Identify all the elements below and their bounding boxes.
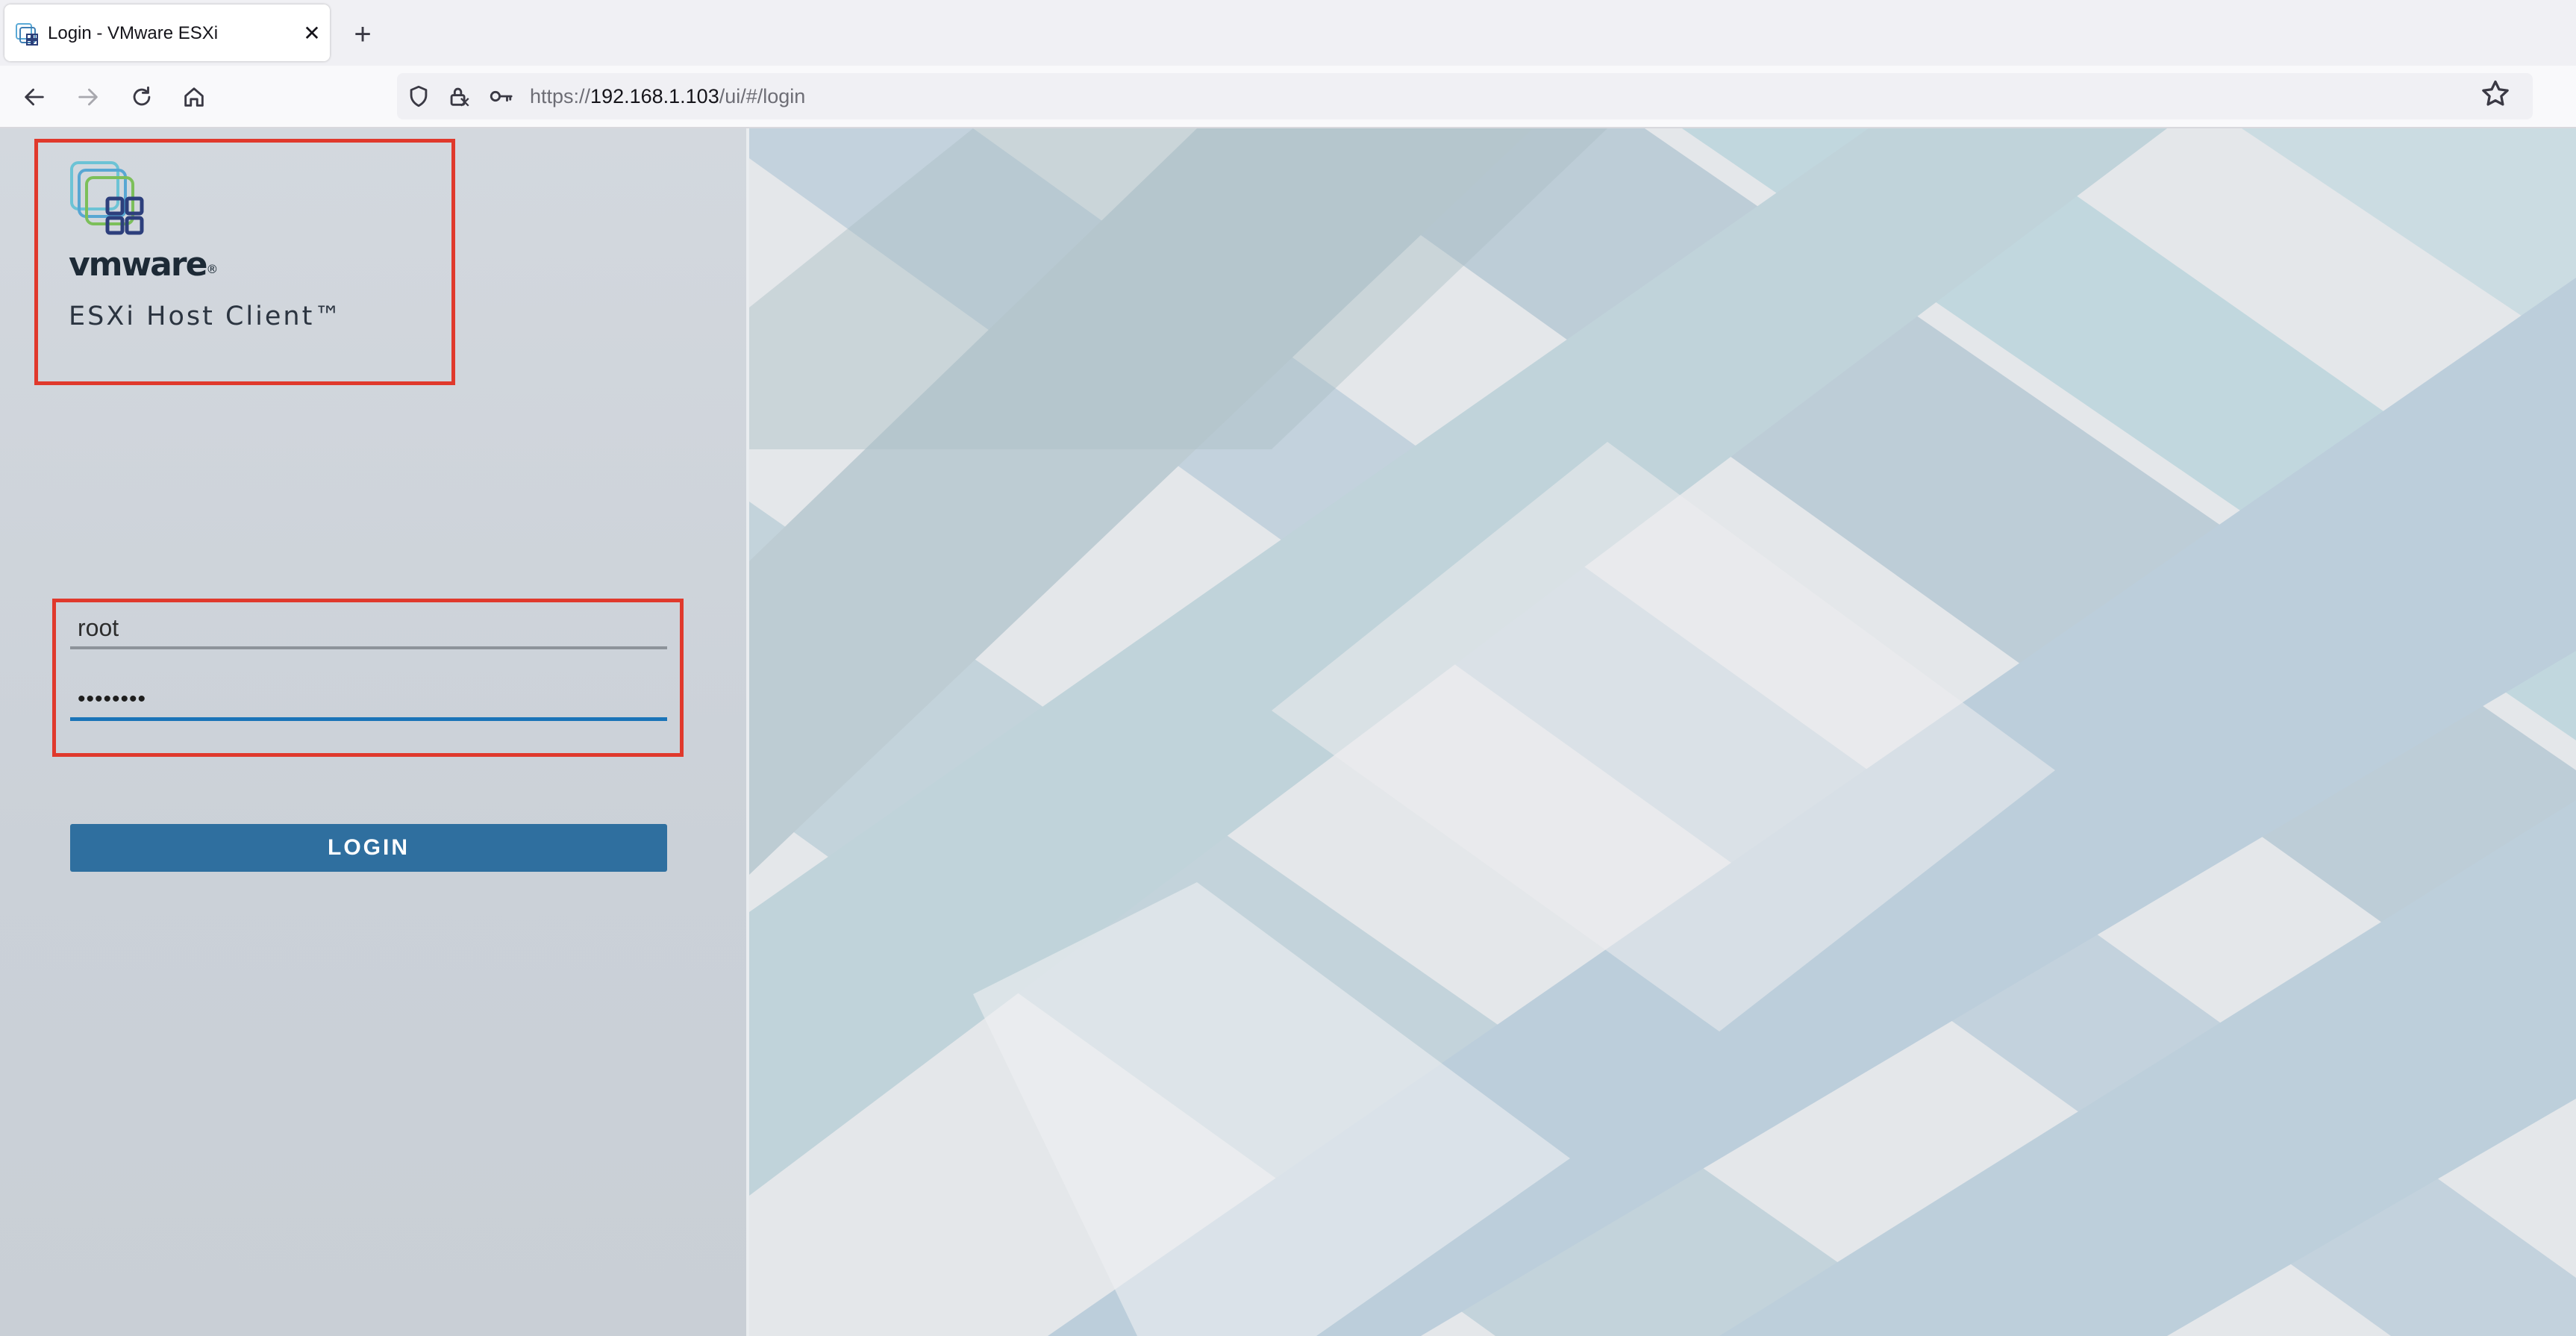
new-tab-button[interactable]: + xyxy=(346,18,379,51)
wordmark-text: vmware xyxy=(69,246,207,284)
back-button[interactable] xyxy=(16,79,52,115)
shield-icon[interactable] xyxy=(406,84,431,109)
forward-arrow-icon xyxy=(78,88,98,106)
registered-mark: ® xyxy=(206,262,218,276)
url-text[interactable]: https://192.168.1.103/ui/#/login xyxy=(530,84,805,109)
home-button[interactable] xyxy=(176,79,212,115)
login-panel: vmware® ESXi Host Client™ LOGIN xyxy=(0,128,749,1336)
reload-button[interactable] xyxy=(124,79,160,115)
tab-title: Login - VMware ESXi xyxy=(48,23,219,43)
username-field[interactable] xyxy=(70,609,667,649)
url-host: 192.168.1.103 xyxy=(590,85,719,107)
home-icon xyxy=(184,87,204,107)
page-content: vmware® ESXi Host Client™ LOGIN xyxy=(0,128,2576,1336)
vmware-wordmark: vmware® xyxy=(69,246,218,284)
login-button[interactable]: LOGIN xyxy=(70,824,667,872)
diagonal-plaid-pattern xyxy=(749,128,2576,1336)
browser-tab-bar: Login - VMware ESXi ✕ + xyxy=(0,0,2576,66)
password-input[interactable] xyxy=(70,681,667,717)
vmware-favicon-icon xyxy=(16,23,38,46)
url-path: /ui/#/login xyxy=(719,85,806,107)
username-input[interactable] xyxy=(70,609,667,646)
background-pattern xyxy=(749,128,2576,1336)
product-name: ESXi Host Client™ xyxy=(69,302,343,331)
vmware-logo-icon xyxy=(70,161,144,235)
insecure-lock-icon[interactable] xyxy=(446,84,472,109)
browser-tab[interactable]: Login - VMware ESXi ✕ xyxy=(4,4,330,61)
star-icon[interactable] xyxy=(2479,78,2512,110)
back-arrow-icon xyxy=(25,88,44,106)
reload-icon xyxy=(133,86,151,106)
url-scheme: https:// xyxy=(530,85,591,107)
key-icon[interactable] xyxy=(488,84,513,109)
address-bar[interactable]: https://192.168.1.103/ui/#/login xyxy=(397,73,2533,119)
browser-nav-bar: https://192.168.1.103/ui/#/login xyxy=(0,66,2576,128)
tab-close-icon[interactable]: ✕ xyxy=(297,18,327,48)
password-field[interactable] xyxy=(70,681,667,721)
forward-button[interactable] xyxy=(70,79,106,115)
